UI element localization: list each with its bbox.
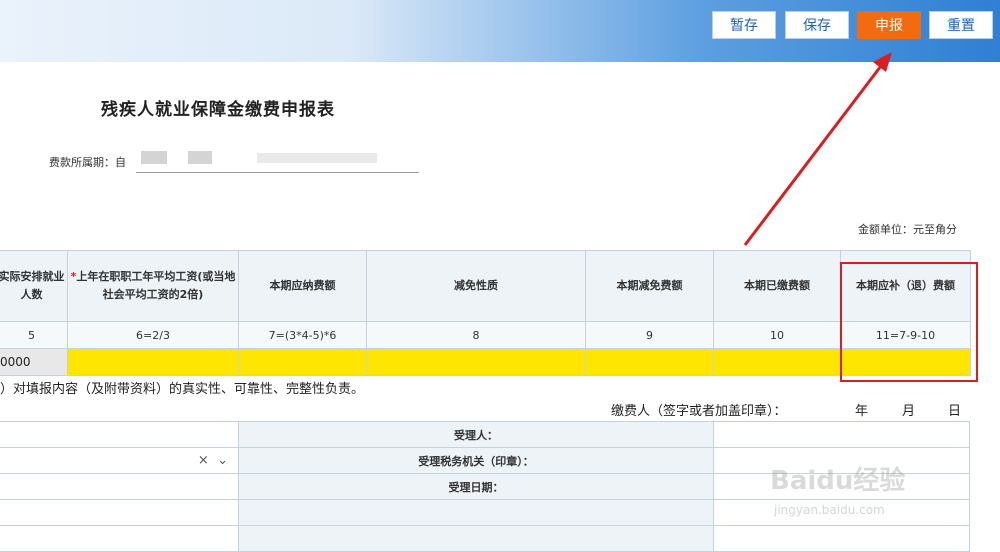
agent-cell (0, 499, 239, 526)
formula-cell: 6=2/3 (67, 321, 239, 349)
reduction-amount-field[interactable] (585, 348, 714, 376)
fee-period-field[interactable] (136, 172, 419, 173)
table-header-row: 实际安排就业人数 *上年在职职工年平均工资(或当地社会平均工资的2倍) 本期应纳… (0, 250, 971, 322)
chevron-down-icon[interactable]: ⌄ (217, 453, 228, 468)
watermark-brand: Baidu经验 (770, 466, 906, 496)
empty-cell (713, 525, 970, 552)
paid-amount-field[interactable] (713, 348, 841, 376)
empty-cell (238, 525, 714, 552)
header-avg-salary: *上年在职职工年平均工资(或当地社会平均工资的2倍) (67, 250, 239, 322)
redacted-block (188, 151, 212, 164)
redacted-block (257, 153, 377, 163)
fee-period-label: 费款所属期：自 (49, 156, 126, 169)
reset-button[interactable]: 重置 (929, 11, 993, 39)
table-row (0, 525, 970, 552)
header-actual-employed: 实际安排就业人数 (0, 250, 68, 322)
header-paid-amount: 本期已缴费额 (713, 250, 841, 322)
employed-count-input[interactable]: 0000 (0, 348, 68, 376)
table-row: 受理人： (0, 421, 970, 448)
payable-amount-field[interactable] (238, 348, 367, 376)
watermark-url: jingyan.baidu.com (774, 503, 885, 517)
date-day-label: 日 (948, 404, 962, 419)
table-row: 0000 (0, 348, 971, 376)
receiver-label: 受理人： (238, 421, 714, 448)
top-toolbar (0, 0, 1000, 62)
receiver-input[interactable] (713, 421, 970, 448)
tax-office-label: 受理税务机关（印章）： (238, 447, 714, 474)
clear-icon[interactable]: × (198, 453, 209, 468)
header-reduction-amount: 本期减免费额 (585, 250, 714, 322)
date-year-label: 年 (855, 404, 869, 419)
agent-cell (0, 421, 239, 448)
declaration-table: 实际安排就业人数 *上年在职职工年平均工资(或当地社会平均工资的2倍) 本期应纳… (0, 250, 971, 376)
avg-salary-input[interactable] (67, 348, 239, 376)
formula-cell: 8 (366, 321, 586, 349)
redacted-block (141, 151, 167, 164)
empty-cell (238, 499, 714, 526)
reduction-type-field[interactable] (366, 348, 586, 376)
header-payable-amount: 本期应纳费额 (238, 250, 367, 322)
agent-cell (0, 473, 239, 500)
declaration-statement: ）对填报内容（及附带资料）的真实性、可靠性、完整性负责。 (0, 382, 365, 397)
save-button[interactable]: 保存 (785, 11, 849, 39)
agent-select[interactable]: × ⌄ (0, 447, 239, 474)
formula-row: 5 6=2/3 7=(3*4-5)*6 8 9 10 11=7-9-10 (0, 321, 971, 349)
date-month-label: 月 (902, 404, 916, 419)
submit-declaration-button[interactable]: 申报 (857, 11, 921, 39)
formula-cell: 5 (0, 321, 68, 349)
currency-unit-label: 金额单位：元至角分 (858, 223, 957, 236)
save-draft-button[interactable]: 暂存 (712, 11, 776, 39)
receive-date-label: 受理日期： (238, 473, 714, 500)
header-reduction-type: 减免性质 (366, 250, 586, 322)
formula-cell: 10 (713, 321, 841, 349)
formula-cell: 7=(3*4-5)*6 (238, 321, 367, 349)
formula-cell: 9 (585, 321, 714, 349)
highlight-box (840, 262, 978, 382)
agent-cell (0, 525, 239, 552)
signer-label: 缴费人（签字或者加盖印章）： (611, 404, 787, 419)
form-title: 残疾人就业保障金缴费申报表 (101, 100, 335, 120)
